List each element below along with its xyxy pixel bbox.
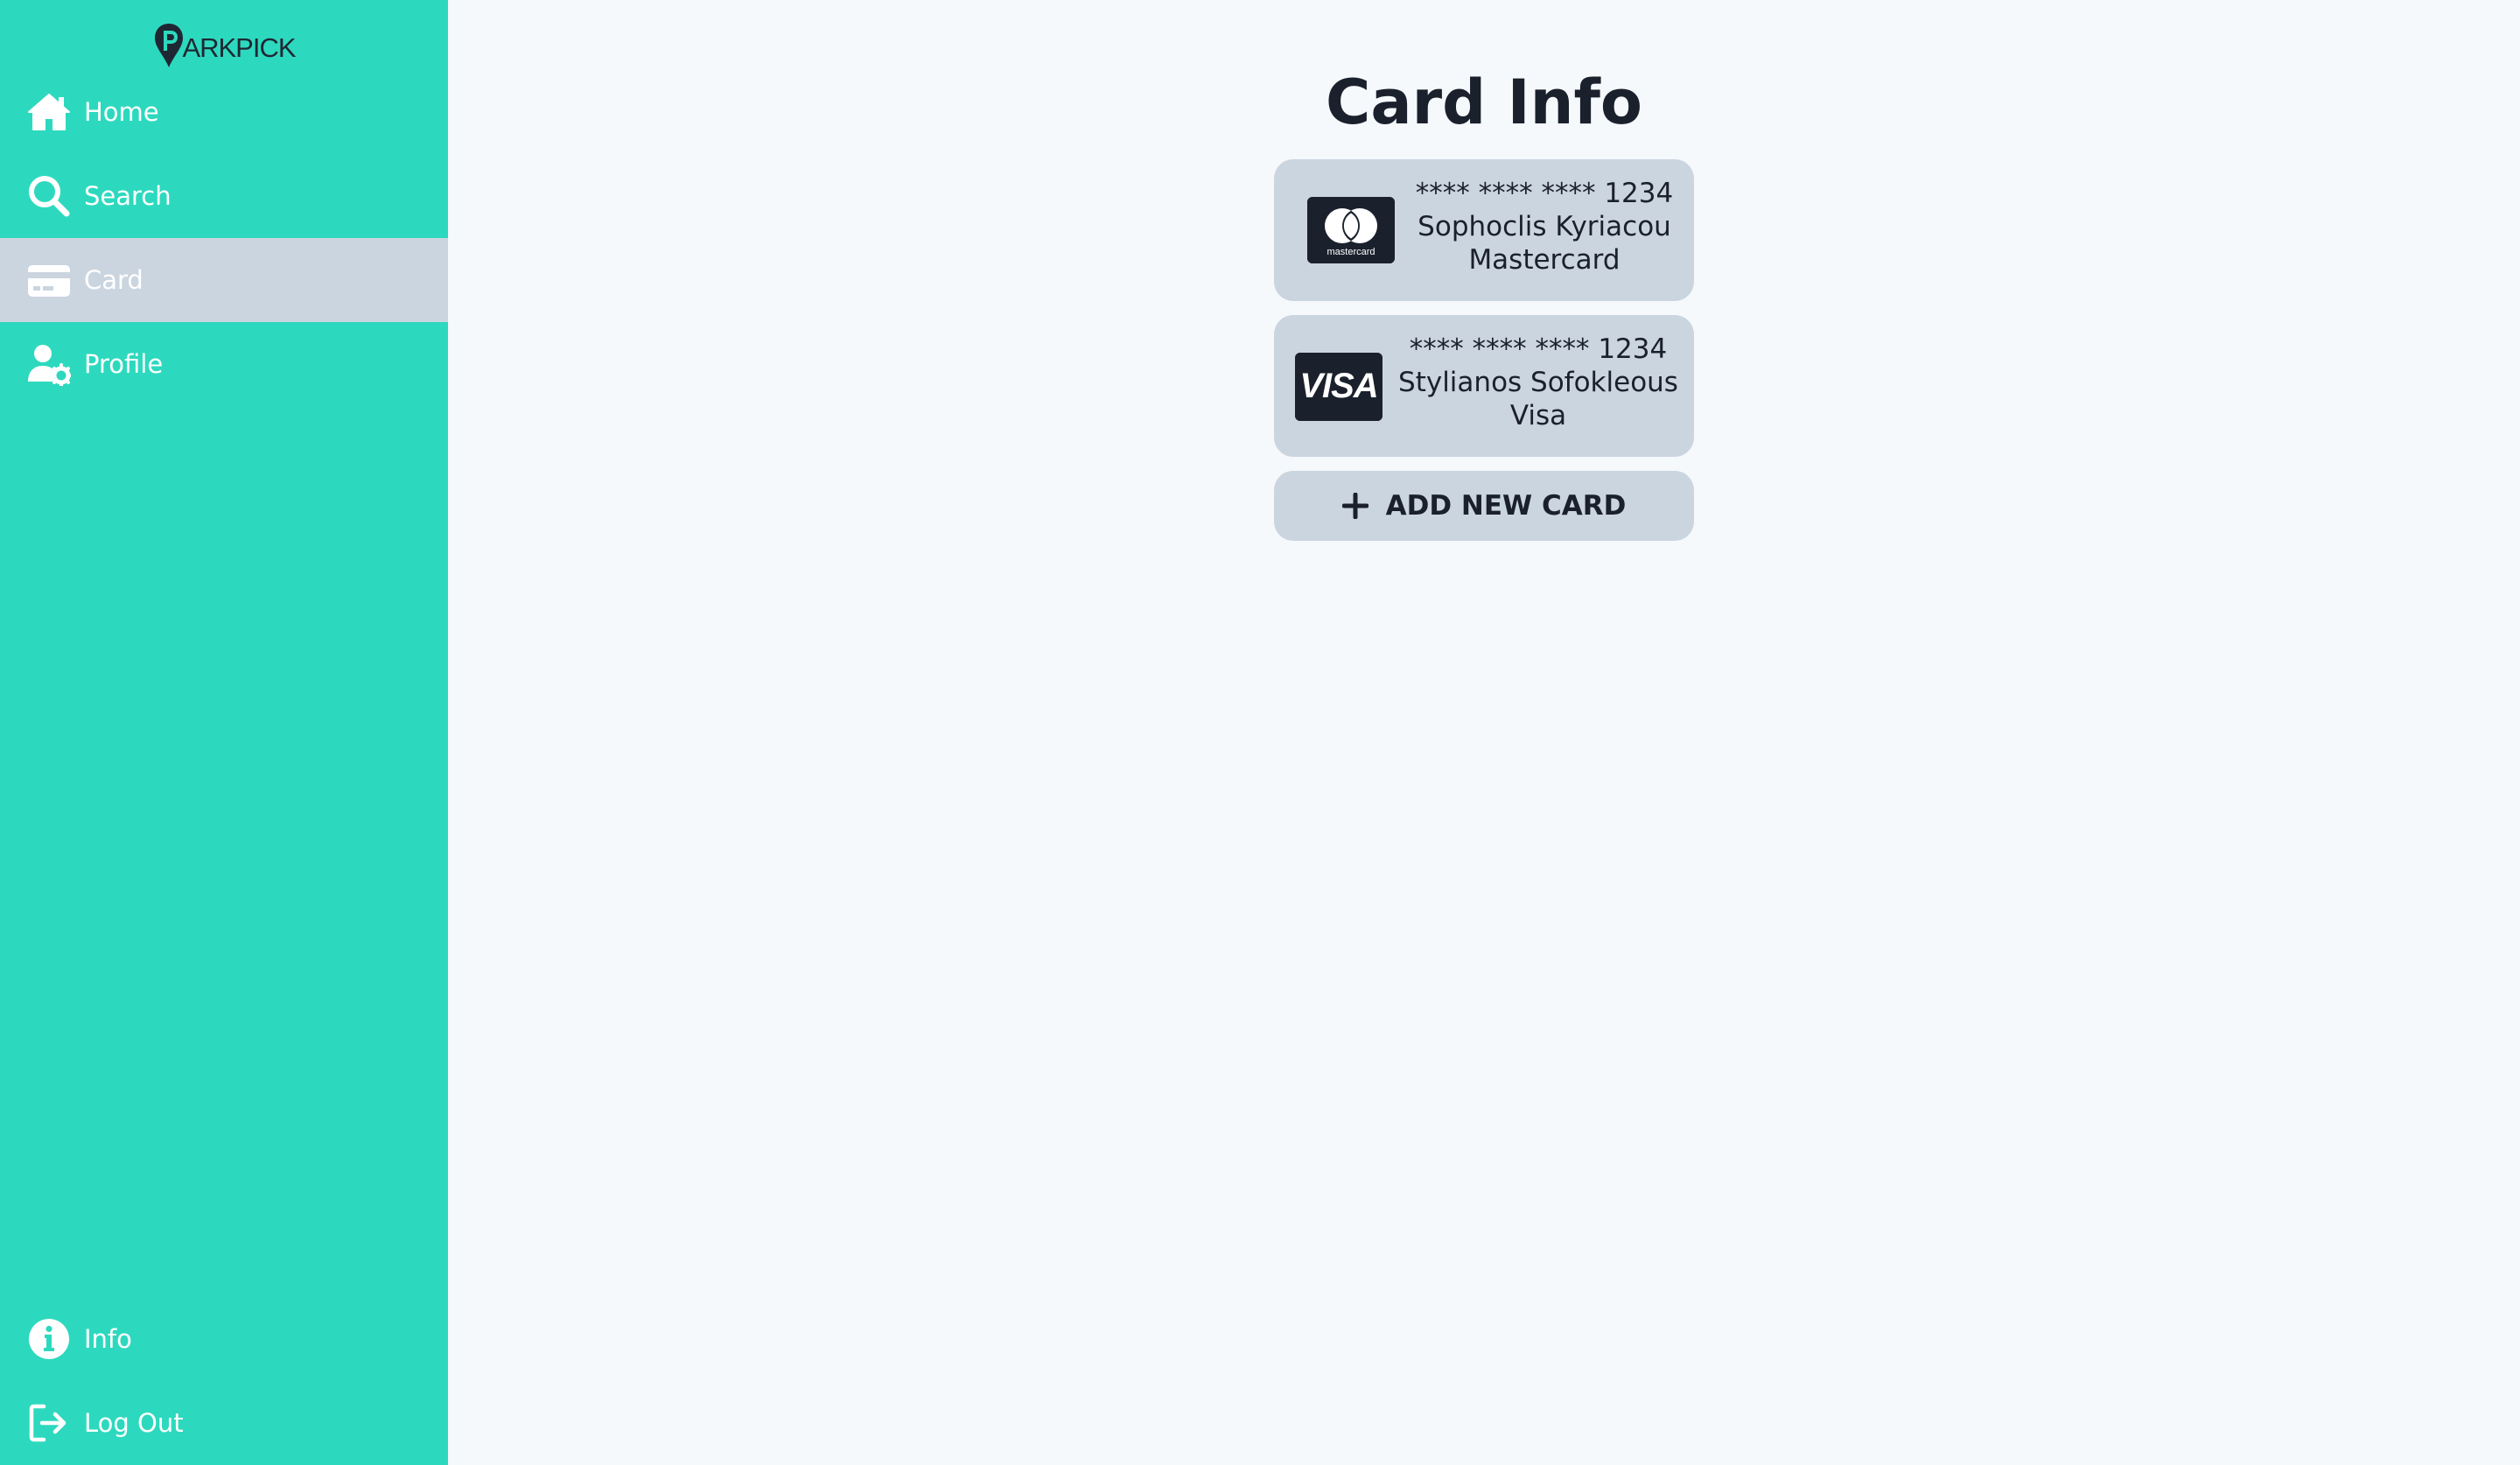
- visa-logo-text: VISA: [1299, 367, 1377, 405]
- search-icon: [26, 173, 72, 219]
- logout-icon: [26, 1400, 72, 1446]
- sidebar-item-label: Log Out: [84, 1408, 184, 1438]
- sidebar-item-search[interactable]: Search: [0, 154, 448, 238]
- sidebar-item-label: Info: [84, 1324, 132, 1354]
- visa-logo: VISA: [1295, 353, 1382, 421]
- card-type: Mastercard: [1468, 244, 1620, 276]
- map-pin-icon: [155, 24, 184, 67]
- card-type: Visa: [1509, 400, 1567, 431]
- sidebar-item-home[interactable]: Home: [0, 70, 448, 154]
- sidebar-item-profile[interactable]: Profile: [0, 322, 448, 406]
- card-holder-name: Sophoclis Kyriacou: [1418, 211, 1671, 242]
- card-number: **** **** **** 1234: [1409, 333, 1668, 365]
- credit-card-icon: [26, 257, 72, 303]
- home-icon: [26, 89, 72, 135]
- add-new-card-button[interactable]: ADD NEW CARD: [1274, 471, 1694, 541]
- plus-icon: [1341, 493, 1368, 519]
- sidebar-item-card[interactable]: Card: [0, 238, 448, 322]
- sidebar-item-label: Profile: [84, 349, 164, 379]
- logo-text: ARKPICK: [182, 32, 296, 63]
- sidebar-item-label: Home: [84, 97, 159, 127]
- mastercard-logo-text: mastercard: [1326, 247, 1375, 257]
- parkpick-logo[interactable]: ARKPICK: [0, 19, 448, 72]
- sidebar-item-label: Card: [84, 265, 144, 295]
- sidebar-item-logout[interactable]: Log Out: [0, 1381, 448, 1465]
- sidebar: ARKPICK Home Search Card Profile Info Lo…: [0, 0, 448, 1465]
- card-item-mastercard[interactable]: mastercard **** **** **** 1234 Sophoclis…: [1274, 159, 1694, 301]
- mastercard-logo: mastercard: [1307, 197, 1395, 263]
- card-item-visa[interactable]: VISA **** **** **** 1234 Stylianos Sofok…: [1274, 315, 1694, 457]
- sidebar-item-info[interactable]: Info: [0, 1297, 448, 1381]
- page-title: Card Info: [1325, 67, 1643, 138]
- card-holder-name: Stylianos Sofokleous: [1398, 367, 1678, 398]
- info-icon: [26, 1316, 72, 1362]
- card-number: **** **** **** 1234: [1415, 178, 1674, 209]
- add-new-card-label: ADD NEW CARD: [1385, 490, 1627, 522]
- card-details: **** **** **** 1234 Stylianos Sofokleous…: [1386, 333, 1690, 432]
- sidebar-item-label: Search: [84, 181, 172, 211]
- user-gear-icon: [26, 341, 72, 387]
- card-details: **** **** **** 1234 Sophoclis Kyriacou M…: [1405, 177, 1684, 277]
